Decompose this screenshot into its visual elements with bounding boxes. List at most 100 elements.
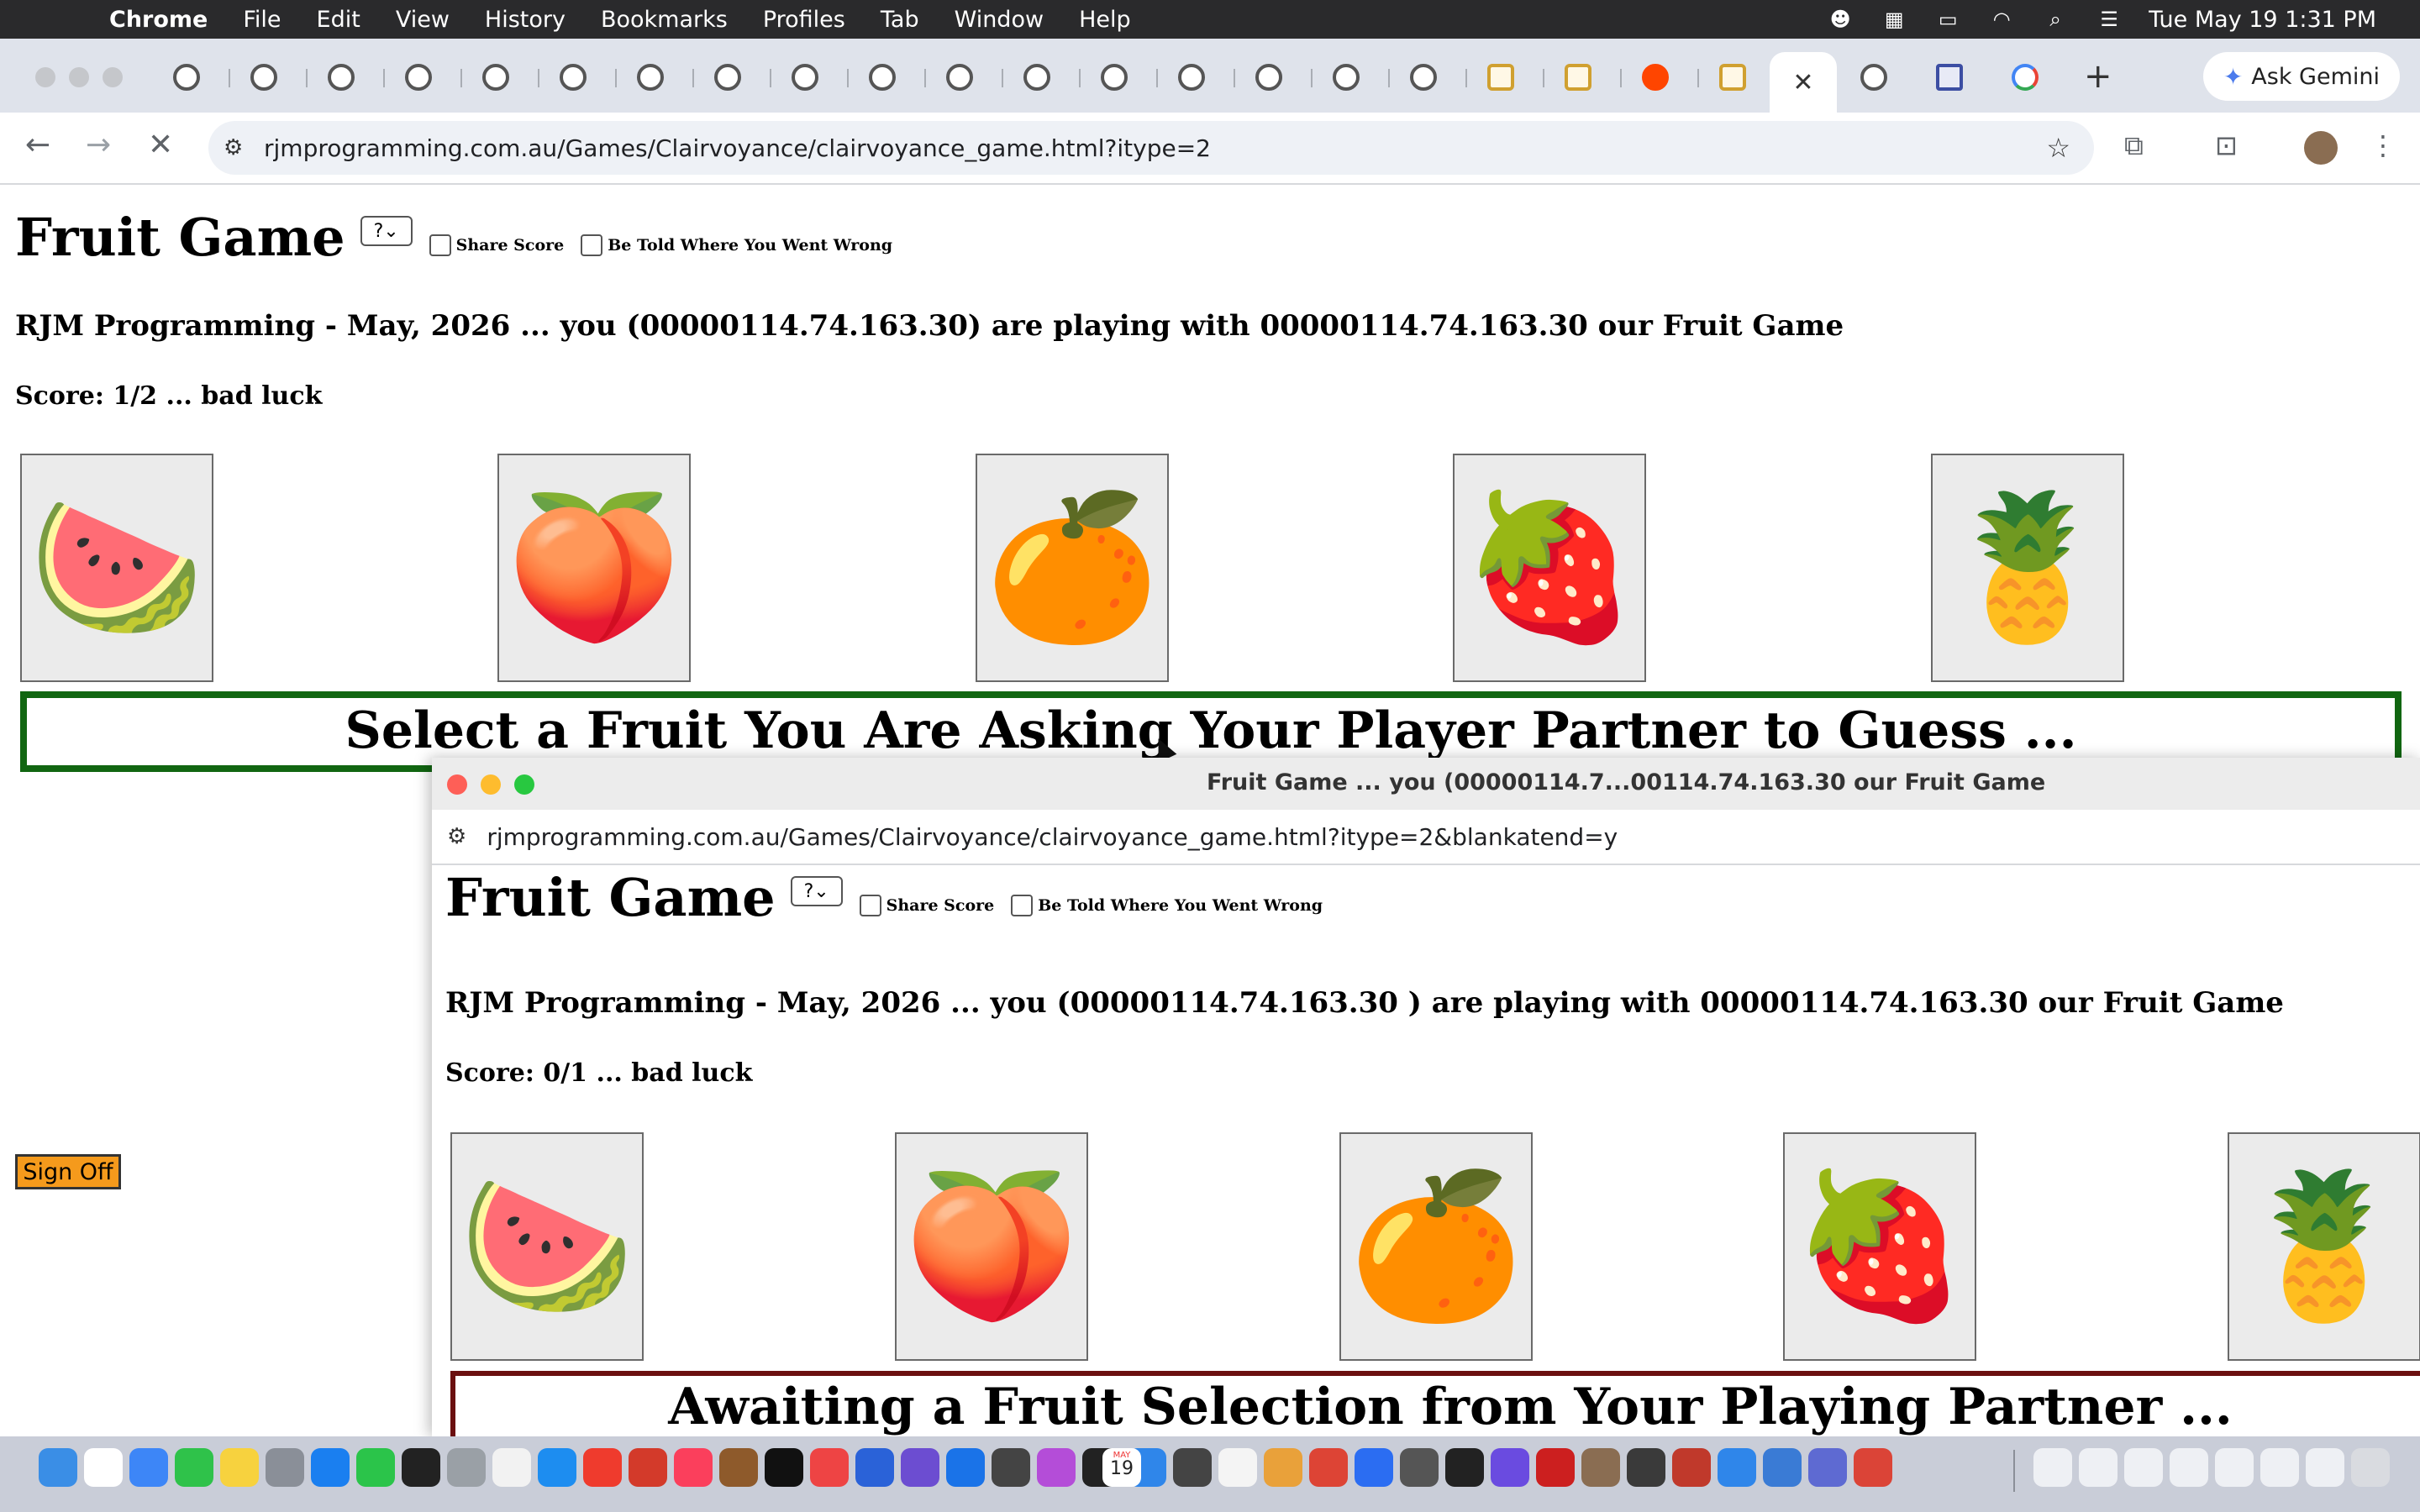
dock-app-icon[interactable] xyxy=(492,1448,531,1487)
dock-app-icon[interactable] xyxy=(992,1448,1030,1487)
dock-app-icon[interactable] xyxy=(1218,1448,1257,1487)
dock-app-icon[interactable] xyxy=(129,1448,168,1487)
checkbox-box[interactable] xyxy=(1011,895,1034,916)
tab-favicon-icon[interactable] xyxy=(2012,64,2039,91)
popup-site-settings-icon[interactable]: ⚙ xyxy=(447,824,466,849)
address-bar[interactable]: ⚙ rjmprogramming.com.au/Games/Clairvoyan… xyxy=(208,121,2094,175)
popup-minimize-icon[interactable] xyxy=(481,774,501,795)
tab-favicon-icon[interactable] xyxy=(1565,64,1591,91)
tab-favicon-icon[interactable] xyxy=(328,64,355,91)
popup-mode-select[interactable]: ? ⌄ xyxy=(790,876,843,906)
popup-zoom-icon[interactable] xyxy=(514,774,534,795)
dock-app-icon[interactable] xyxy=(1491,1448,1529,1487)
tab-favicon-icon[interactable] xyxy=(1860,64,1887,91)
close-window-icon[interactable] xyxy=(35,67,55,87)
dock-app-icon[interactable] xyxy=(1854,1448,1892,1487)
chrome-menu-icon[interactable]: ⋮ xyxy=(2370,129,2396,161)
dock-app-icon[interactable] xyxy=(356,1448,395,1487)
dock-app-icon[interactable] xyxy=(1037,1448,1076,1487)
stop-loading-icon[interactable]: ✕ xyxy=(148,128,173,162)
menu-profiles[interactable]: Profiles xyxy=(763,7,845,33)
popup-fruit-card-orange[interactable]: 🍊 xyxy=(1339,1132,1533,1361)
dock-app-icon[interactable] xyxy=(175,1448,213,1487)
popup-fruit-card-strawberry[interactable]: 🍓 xyxy=(1783,1132,1976,1361)
fruit-card-orange[interactable]: 🍊 xyxy=(976,454,1169,682)
tab-favicon-icon[interactable] xyxy=(1023,64,1050,91)
dock-app-icon[interactable] xyxy=(583,1448,622,1487)
dock-minimized-window[interactable] xyxy=(2079,1448,2118,1487)
checkbox-box[interactable] xyxy=(581,234,603,256)
menu-bar-clock[interactable]: Tue May 19 1:31 PM xyxy=(2149,7,2376,33)
popup-title-bar[interactable]: Fruit Game ... you (00000114.7...00114.7… xyxy=(432,758,2420,811)
sign-off-button[interactable]: Sign Off xyxy=(15,1154,121,1189)
fruit-card-strawberry[interactable]: 🍓 xyxy=(1453,454,1646,682)
dock-app-icon[interactable] xyxy=(538,1448,576,1487)
fruit-card-peach[interactable]: 🍑 xyxy=(497,454,691,682)
tab-favicon-icon[interactable] xyxy=(1333,64,1360,91)
dock-app-icon[interactable] xyxy=(1536,1448,1575,1487)
dock-app-icon[interactable] xyxy=(629,1448,667,1487)
minimize-window-icon[interactable] xyxy=(69,67,89,87)
dock-app-icon[interactable] xyxy=(1718,1448,1756,1487)
popup-address-bar[interactable]: ⚙ rjmprogramming.com.au/Games/Clairvoyan… xyxy=(432,810,2420,865)
tab-favicon-icon[interactable] xyxy=(1178,64,1205,91)
tab-favicon-icon[interactable] xyxy=(482,64,509,91)
dock-app-icon[interactable] xyxy=(946,1448,985,1487)
dock-app-icon[interactable] xyxy=(84,1448,123,1487)
wifi-icon[interactable]: ◠ xyxy=(1987,8,2016,31)
forward-arrow-icon[interactable]: → xyxy=(86,128,111,162)
be-told-wrong-checkbox[interactable]: Be Told Where You Went Wrong xyxy=(581,234,892,256)
calendar-dock-icon[interactable]: MAY 19 xyxy=(1102,1448,1141,1487)
menu-tab[interactable]: Tab xyxy=(881,7,919,33)
dock-app-icon[interactable] xyxy=(1672,1448,1711,1487)
dock-app-icon[interactable] xyxy=(1264,1448,1302,1487)
extensions-puzzle-icon[interactable]: ⧉ xyxy=(2124,129,2144,162)
tab-favicon-icon[interactable] xyxy=(714,64,741,91)
popup-close-icon[interactable] xyxy=(447,774,467,795)
menu-bookmarks[interactable]: Bookmarks xyxy=(601,7,728,33)
dock-minimized-window[interactable] xyxy=(2306,1448,2344,1487)
zoom-window-icon[interactable] xyxy=(103,67,123,87)
popup-fruit-card-pineapple[interactable]: 🍍 xyxy=(2228,1132,2420,1361)
menu-window[interactable]: Window xyxy=(955,7,1044,33)
menu-file[interactable]: File xyxy=(243,7,281,33)
popup-fruit-card-peach[interactable]: 🍑 xyxy=(895,1132,1088,1361)
dock-minimized-window[interactable] xyxy=(2260,1448,2299,1487)
mode-select[interactable]: ? ⌄ xyxy=(360,216,413,246)
address-bar-url[interactable]: rjmprogramming.com.au/Games/Clairvoyance… xyxy=(264,134,1211,162)
fruit-card-pineapple[interactable]: 🍍 xyxy=(1931,454,2124,682)
keyboard-status-icon[interactable]: ▦ xyxy=(1880,8,1908,31)
dock-app-icon[interactable] xyxy=(1763,1448,1802,1487)
dock-app-icon[interactable] xyxy=(266,1448,304,1487)
tab-favicon-icon[interactable] xyxy=(173,64,200,91)
dock-app-icon[interactable] xyxy=(855,1448,894,1487)
spotlight-search-icon[interactable]: ⌕ xyxy=(2041,8,2070,31)
fruit-card-watermelon[interactable]: 🍉 xyxy=(20,454,213,682)
tab-favicon-icon[interactable] xyxy=(1487,64,1514,91)
dock-minimized-window[interactable] xyxy=(2215,1448,2254,1487)
dock-minimized-window[interactable] xyxy=(2170,1448,2208,1487)
dock-app-icon[interactable] xyxy=(719,1448,758,1487)
dock-app-icon[interactable] xyxy=(311,1448,350,1487)
tab-favicon-icon[interactable] xyxy=(1410,64,1437,91)
dock-app-icon[interactable] xyxy=(1581,1448,1620,1487)
dock-app-icon[interactable] xyxy=(1808,1448,1847,1487)
dock-app-icon[interactable] xyxy=(674,1448,713,1487)
site-settings-icon[interactable]: ⚙ xyxy=(224,135,249,160)
share-score-checkbox[interactable]: Share Score xyxy=(429,234,564,256)
app-status-icon[interactable]: ☻ xyxy=(1826,8,1854,31)
tab-favicon-icon[interactable] xyxy=(1101,64,1128,91)
profile-avatar[interactable] xyxy=(2304,131,2338,165)
dock-minimized-window[interactable] xyxy=(2033,1448,2072,1487)
dock-app-icon[interactable] xyxy=(1355,1448,1393,1487)
tab-favicon-icon[interactable] xyxy=(560,64,587,91)
active-tab[interactable]: ✕ xyxy=(1770,52,1837,113)
tab-favicon-icon[interactable] xyxy=(946,64,973,91)
bookmark-star-icon[interactable]: ☆ xyxy=(2046,132,2070,164)
tab-favicon-icon[interactable] xyxy=(1255,64,1282,91)
menu-help[interactable]: Help xyxy=(1079,7,1131,33)
ask-gemini-button[interactable]: ✦ Ask Gemini xyxy=(2202,52,2400,101)
battery-icon[interactable]: ▭ xyxy=(1933,8,1962,31)
tab-close-icon[interactable]: ✕ xyxy=(1792,68,1813,97)
checkbox-box[interactable] xyxy=(429,234,451,256)
